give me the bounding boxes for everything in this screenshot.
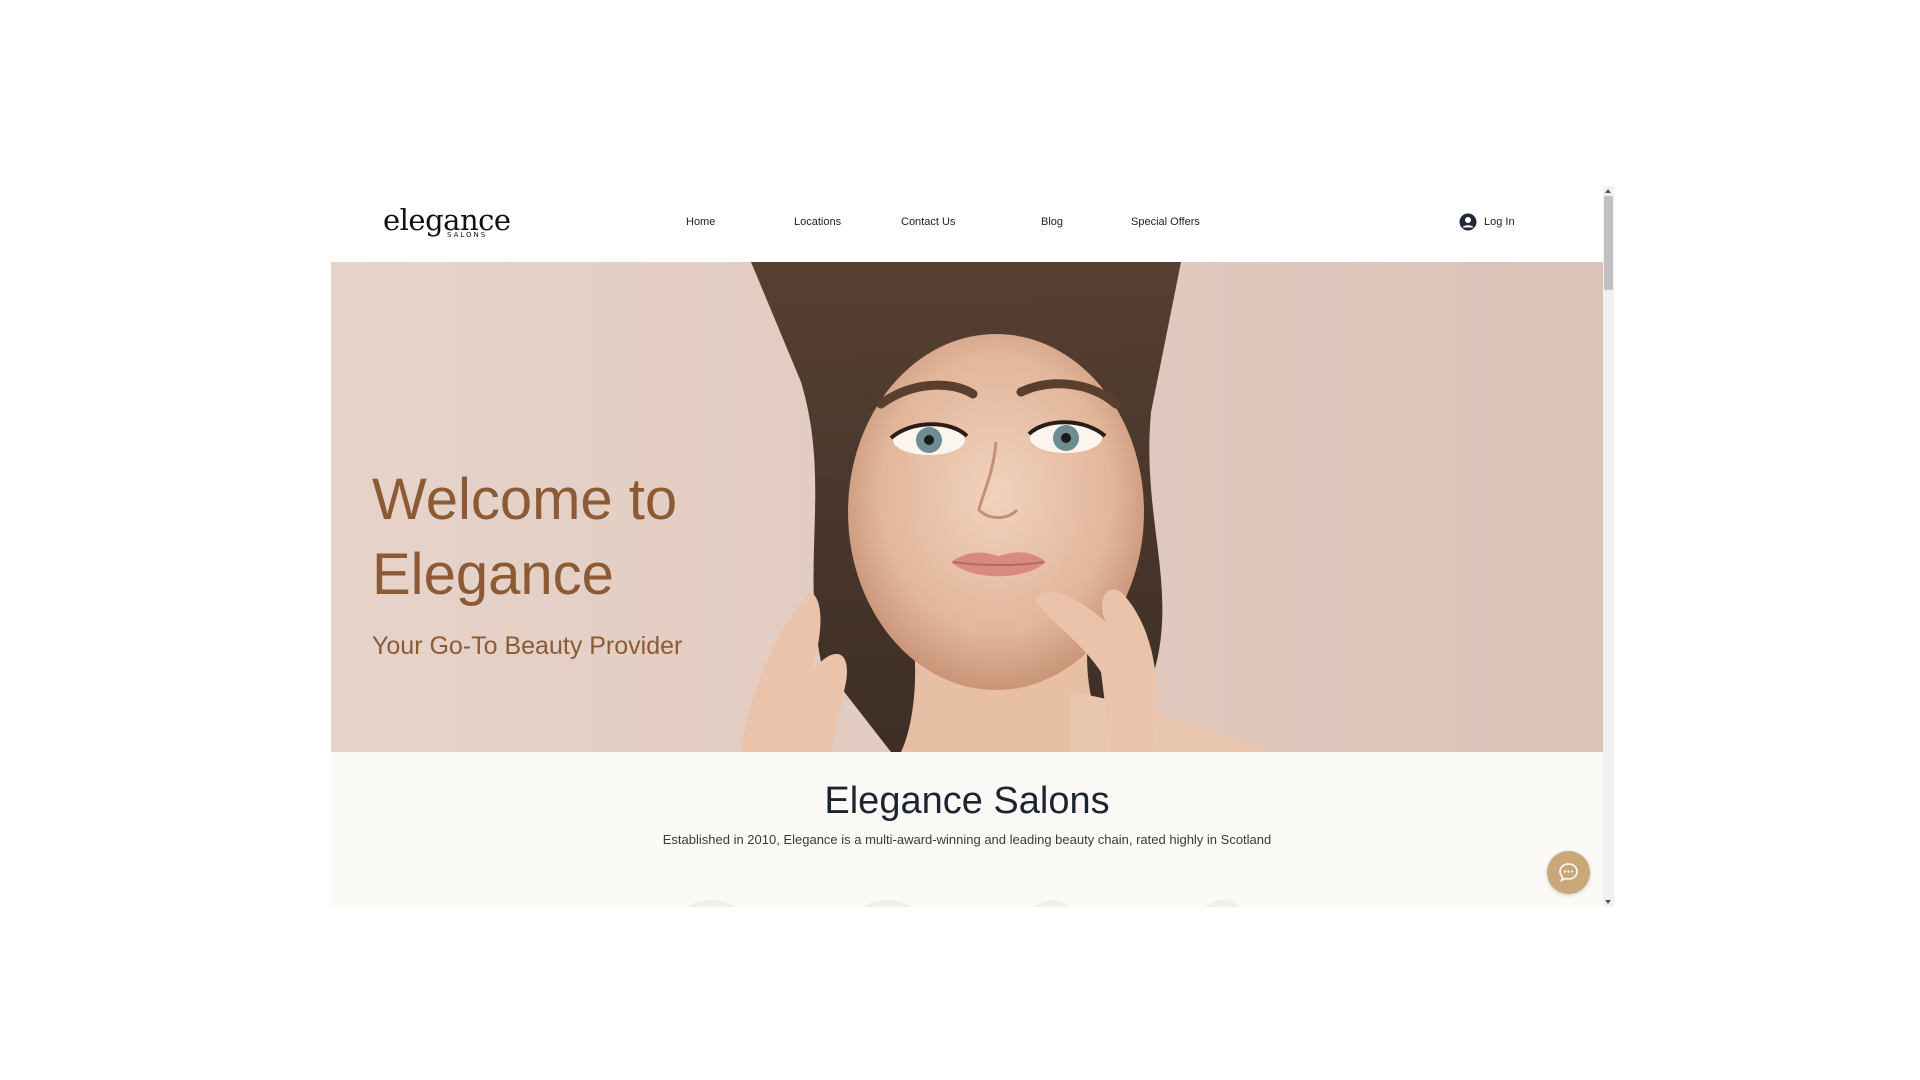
user-avatar-icon	[1459, 213, 1477, 231]
nav-item-special-offers[interactable]: Special Offers	[1131, 216, 1200, 228]
site-header: elegance SALONS Home Locations Contact U…	[331, 186, 1603, 262]
feature-circle	[683, 900, 739, 907]
hero-subtitle: Your Go-To Beauty Provider	[372, 632, 683, 660]
feature-circle	[859, 900, 915, 907]
about-section: Elegance Salons Established in 2010, Ele…	[331, 752, 1603, 907]
nav-item-contact-us[interactable]: Contact Us	[901, 216, 955, 228]
page-scrollbar[interactable]	[1603, 186, 1614, 907]
about-title: Elegance Salons	[824, 780, 1110, 822]
feature-circle	[1031, 900, 1071, 907]
hero-banner: Welcome to Elegance Your Go-To Beauty Pr…	[331, 262, 1603, 752]
nav-item-home[interactable]: Home	[686, 216, 715, 228]
scroll-thumb[interactable]	[1604, 196, 1613, 290]
feature-circle	[1203, 900, 1243, 907]
browser-viewport: elegance SALONS Home Locations Contact U…	[331, 186, 1614, 907]
scroll-down-arrow-icon[interactable]	[1605, 900, 1611, 904]
nav-item-blog[interactable]: Blog	[1041, 216, 1063, 228]
logo-subtitle: SALONS	[447, 231, 488, 239]
scroll-up-arrow-icon[interactable]	[1605, 189, 1611, 193]
nav-item-locations[interactable]: Locations	[794, 216, 841, 228]
site-logo[interactable]: elegance SALONS	[383, 203, 511, 242]
hero-title: Welcome to Elegance	[372, 467, 678, 607]
chat-button[interactable]	[1547, 851, 1590, 894]
hero-model-photo	[741, 262, 1271, 752]
logo-wordmark: elegance	[383, 203, 511, 237]
about-description: Established in 2010, Elegance is a multi…	[662, 832, 1272, 847]
chat-bubble-icon	[1559, 863, 1578, 883]
website-page: elegance SALONS Home Locations Contact U…	[331, 186, 1603, 907]
login-label: Log In	[1484, 216, 1515, 228]
